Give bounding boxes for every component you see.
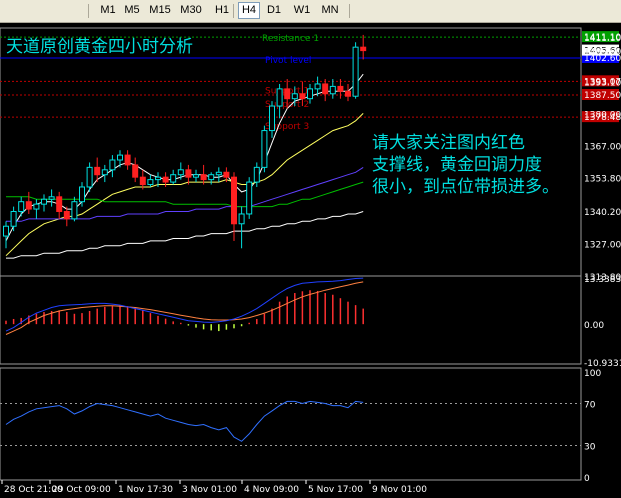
timeframe-toolbar: M1 M5 M15 M30 H1 H4 D1 W1 MN [0, 0, 621, 23]
candle-body [360, 46, 367, 52]
candle-body [193, 174, 199, 178]
timeframe-m1-button[interactable]: M1 [97, 3, 119, 18]
candle-body [307, 88, 313, 100]
candle-body [101, 169, 108, 176]
x-tick-label: 1 Nov 17:30 [118, 485, 173, 495]
timeframe-h4-button[interactable]: H4 [238, 2, 260, 19]
macd-panel [0, 275, 582, 365]
candle-body [10, 211, 17, 227]
candle-body [139, 176, 146, 186]
candle-body [71, 201, 78, 220]
chart-canvas: Resistance 1 1411.10Pivot level 1402.60Sup… [0, 27, 621, 495]
level-label: Resistance 1 [262, 34, 319, 44]
candle-body [246, 181, 253, 215]
candle-body [25, 201, 32, 210]
timeframe-mn-button[interactable]: MN [318, 3, 342, 18]
candle-body [86, 166, 93, 188]
timeframe-m15-button[interactable]: M15 [146, 3, 174, 18]
candle-body [132, 164, 139, 178]
candle-body [124, 154, 131, 166]
candle-body [276, 88, 283, 107]
candle-body [291, 93, 298, 100]
candle-body [208, 174, 215, 181]
candle-body [215, 171, 222, 176]
candle-body [322, 83, 329, 95]
macd-tick-label: 0.00 [584, 321, 604, 331]
annotation-line: 很小，到点位带损进多。 [372, 177, 559, 197]
rsi-tick-label: 100 [584, 369, 601, 379]
candle-body [352, 46, 359, 97]
annotation-line: 请大家关注图内红色 [372, 133, 525, 153]
candle-body [284, 88, 291, 100]
price-tick-label: 1367.00 [584, 142, 621, 152]
candle-body [299, 93, 306, 100]
annotation-line: 支撑线，黄金回调力度 [372, 155, 542, 175]
level-label: Pivot level [265, 56, 311, 66]
candle-body [56, 196, 63, 213]
timeframe-d1-button[interactable]: D1 [262, 3, 286, 18]
price-tick-label: 1380.00 [584, 110, 621, 120]
candle-body [238, 213, 245, 225]
candle-body [3, 225, 9, 237]
x-tick-label: 4 Nov 09:00 [244, 485, 299, 495]
candle-body [261, 130, 268, 168]
price-tick-label: 1411.10 [584, 34, 621, 44]
toolbar-separator [88, 4, 89, 18]
candle-body [117, 154, 123, 161]
candle-body [33, 203, 40, 210]
price-tick-label: 1327.00 [584, 240, 621, 250]
price-tick-label: 1393.10 [584, 78, 621, 88]
candle-body [162, 176, 169, 183]
candle-body [41, 198, 47, 205]
candle-body [329, 85, 336, 95]
price-tick-label: 1405.60 [584, 48, 621, 58]
candle-body [253, 166, 260, 183]
candle-body [79, 186, 85, 203]
level-price-text: 1387.50 [584, 91, 621, 101]
timeframe-h1-button[interactable]: H1 [211, 3, 233, 18]
timeframe-m30-button[interactable]: M30 [176, 3, 206, 18]
x-tick-label: 5 Nov 17:00 [308, 485, 363, 495]
x-tick-label: 3 Nov 01:00 [182, 485, 237, 495]
timeframe-m5-button[interactable]: M5 [121, 3, 143, 18]
x-tick-label: 29 Oct 09:00 [52, 485, 111, 495]
candle-body [337, 85, 344, 92]
price-tick-label: 1340.20 [584, 208, 621, 218]
candle-body [48, 196, 55, 200]
macd-tick-label: -10.9331 [584, 359, 621, 369]
candle-body [147, 179, 154, 186]
candle-body [170, 174, 177, 183]
toolbar-separator [233, 4, 234, 18]
rsi-tick-label: 30 [584, 443, 596, 453]
rsi-tick-label: 0 [584, 474, 590, 484]
toolbar-separator [349, 4, 350, 18]
x-tick-label: 9 Nov 01:00 [372, 485, 427, 495]
rsi-panel [0, 367, 582, 481]
macd-tick-label: 13.3383 [584, 275, 621, 285]
candle-body [345, 90, 351, 97]
candle-body [231, 176, 237, 225]
rsi-tick-label: 70 [584, 401, 596, 411]
candle-body [269, 105, 275, 132]
candle-body [155, 176, 161, 181]
candle-body [185, 169, 192, 178]
candle-body [63, 211, 70, 220]
candle-body [177, 169, 184, 176]
candle-body [94, 166, 101, 176]
candle-body [18, 201, 25, 213]
timeframe-w1-button[interactable]: W1 [291, 3, 313, 18]
candle-body [223, 171, 230, 178]
candle-body [109, 159, 116, 171]
price-tick-label: 1353.80 [584, 175, 621, 185]
candle-body [200, 174, 207, 181]
candle-body [314, 83, 321, 90]
chart-title: 天道原创黄金四小时分析 [6, 37, 193, 57]
